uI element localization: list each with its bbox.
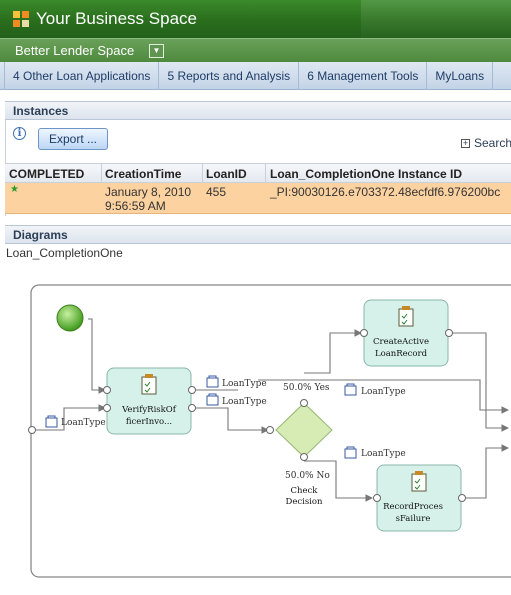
search-toggle[interactable]: + Search	[461, 136, 511, 150]
creation-date: January 8, 2010	[105, 185, 192, 199]
port	[188, 404, 196, 412]
port	[103, 404, 111, 412]
port	[188, 386, 196, 394]
export-button[interactable]: Export ...	[38, 128, 108, 150]
verify-label-1: VerifyRiskOf	[121, 405, 177, 415]
info-icon[interactable]: i	[13, 127, 26, 140]
port	[300, 399, 308, 407]
tab-other-loan-applications[interactable]: 4 Other Loan Applications	[4, 62, 160, 90]
process-diagram: VerifyRiskOf ficerInvo... CreateActive L…	[0, 262, 511, 590]
port	[300, 453, 308, 461]
space-name[interactable]: Better Lender Space	[15, 43, 134, 58]
task-record-process-failure[interactable]: RecordProces sFailure	[376, 464, 462, 532]
loantype-label: LoanType	[222, 397, 267, 407]
instances-table-header: COMPLETED CreationTime LoanID Loan_Compl…	[5, 163, 511, 183]
process-name: Loan_CompletionOne	[6, 246, 123, 260]
record-label-1: RecordProces	[383, 502, 443, 512]
port	[445, 329, 453, 337]
business-space-logo-icon	[13, 11, 30, 28]
port	[373, 494, 381, 502]
port	[103, 386, 111, 394]
task-verify-risk-officer[interactable]: VerifyRiskOf ficerInvo...	[106, 367, 192, 435]
port	[458, 494, 466, 502]
column-header-completed[interactable]: COMPLETED	[9, 167, 84, 181]
data-association-loantype-4: LoanType	[344, 383, 406, 397]
chevron-down-icon[interactable]: ▼	[149, 44, 164, 58]
flow-start-to-verify	[88, 318, 107, 394]
start-event[interactable]	[56, 304, 84, 332]
instances-panel-title: Instances	[5, 101, 511, 120]
loantype-label: LoanType	[361, 387, 406, 397]
no-branch-label: 50.0% No	[285, 471, 330, 481]
yes-branch-label: 50.0% Yes	[283, 383, 330, 393]
instance-id-cell[interactable]: _PI:90030126.e703372.48ecfdf6.976200bc	[270, 185, 500, 199]
data-association-loantype-1: LoanType	[45, 415, 106, 428]
record-label-2: sFailure	[396, 514, 431, 524]
flow-verify-to-decision	[193, 407, 270, 434]
diagrams-panel-title: Diagrams	[5, 225, 511, 244]
port	[266, 426, 274, 434]
create-label-1: CreateActive	[373, 337, 429, 347]
star-icon: ★	[10, 184, 19, 195]
tab-myloans[interactable]: MyLoans	[427, 62, 494, 90]
app-header: Your Business Space	[0, 0, 511, 38]
loantype-label: LoanType	[61, 418, 106, 428]
loantype-label: LoanType	[361, 449, 406, 459]
create-label-2: LoanRecord	[375, 349, 428, 359]
loan-id-cell: 455	[206, 185, 227, 199]
data-association-loantype-5: LoanType	[344, 446, 406, 459]
data-association-loantype-3: LoanType	[206, 393, 267, 407]
search-label: Search	[474, 136, 511, 150]
port	[28, 426, 36, 434]
verify-label-2: ficerInvo...	[126, 417, 172, 427]
header-highlight	[361, 0, 511, 38]
creation-time: 9:56:59 AM	[105, 199, 166, 213]
column-header-instance-id[interactable]: Loan_CompletionOne Instance ID	[270, 167, 462, 181]
decision-label-1: Check	[291, 486, 319, 496]
flow-record-to-right	[464, 444, 510, 499]
data-association-loantype-2: LoanType	[206, 375, 267, 389]
space-bar: Better Lender Space ▼	[0, 38, 511, 62]
column-header-loan-id[interactable]: LoanID	[206, 167, 247, 181]
page-tabs: 4 Other Loan Applications 5 Reports and …	[0, 62, 511, 90]
task-create-active-loan-record[interactable]: CreateActive LoanRecord	[363, 299, 449, 367]
app-title: Your Business Space	[36, 9, 197, 28]
tab-reports-and-analysis[interactable]: 5 Reports and Analysis	[159, 62, 300, 90]
column-header-creation-time[interactable]: CreationTime	[105, 167, 181, 181]
decision-label-2: Decision	[286, 497, 324, 507]
loantype-label: LoanType	[222, 379, 267, 389]
creation-time-cell: January 8, 2010 9:56:59 AM	[105, 185, 191, 213]
flow-yes-to-create	[304, 329, 363, 374]
port	[360, 329, 368, 337]
tab-management-tools[interactable]: 6 Management Tools	[299, 62, 428, 90]
table-row[interactable]: ★ January 8, 2010 9:56:59 AM 455 _PI:900…	[5, 183, 511, 214]
expand-plus-icon: +	[461, 138, 470, 148]
decision-gateway[interactable]	[275, 402, 333, 458]
